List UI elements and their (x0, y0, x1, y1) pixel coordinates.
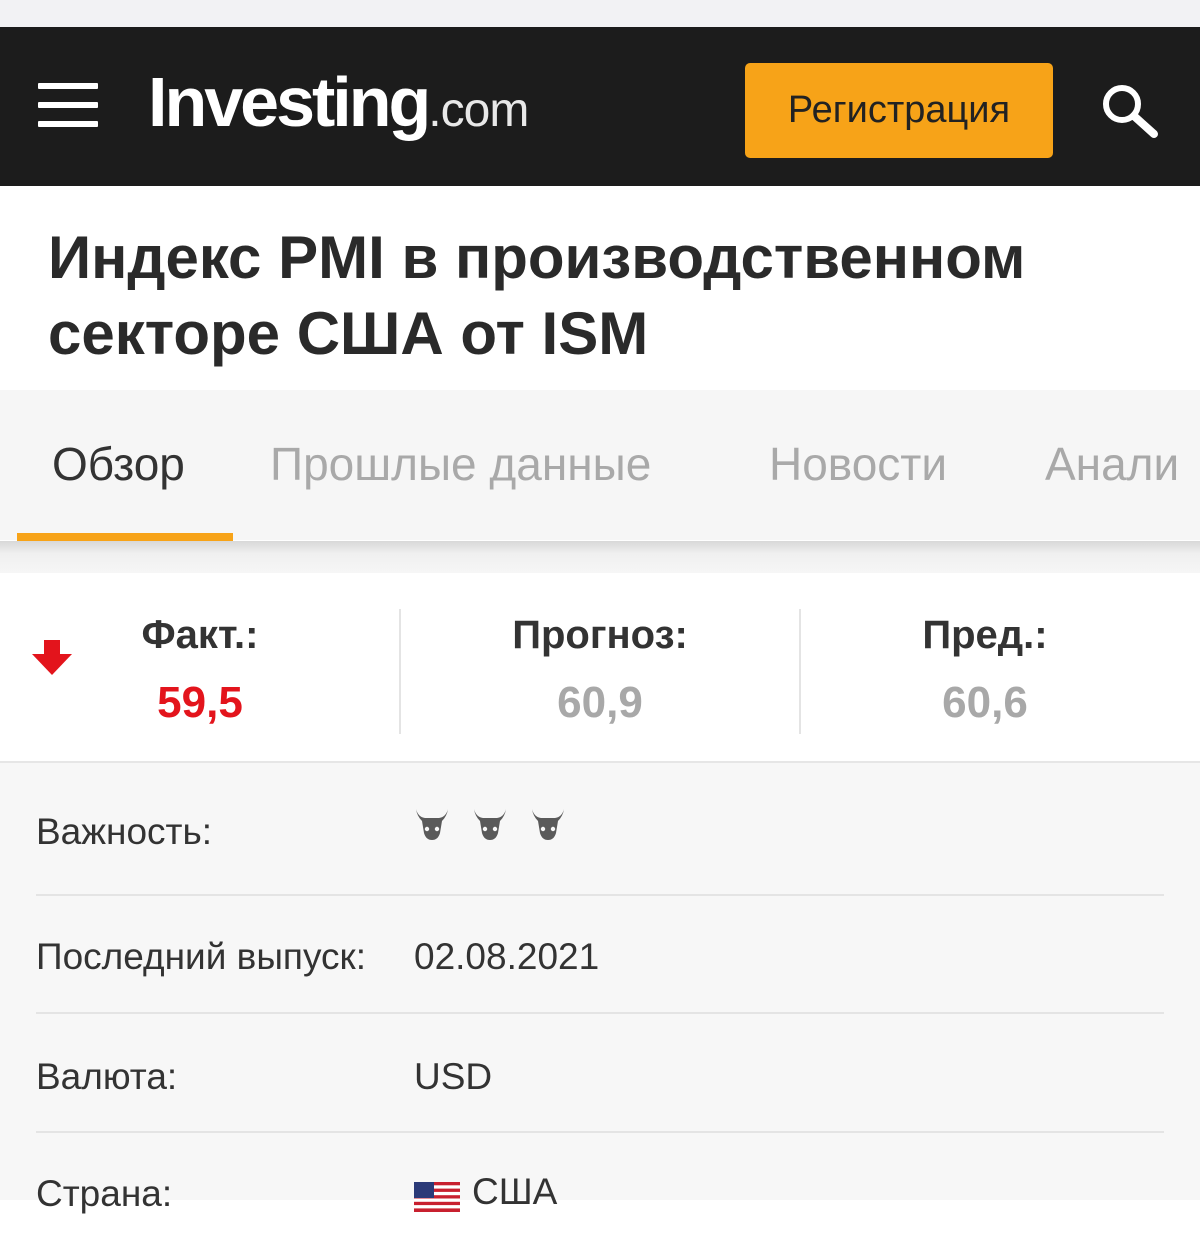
country-value-wrap: США (414, 1171, 557, 1213)
last-release-row: Последний выпуск: 02.08.2021 (36, 894, 1164, 1014)
importance-row: Важность: (36, 763, 1164, 896)
currency-label: Валюта: (36, 1056, 178, 1097)
previous-value: 60,6 (942, 678, 1028, 727)
tab-history[interactable]: Прошлые данные (270, 437, 651, 491)
tab-news[interactable]: Новости (769, 437, 947, 491)
country-value: США (472, 1171, 558, 1212)
logo-main-text: Investing (148, 63, 431, 141)
search-icon[interactable] (1100, 82, 1160, 138)
logo-tld-text: .com (428, 84, 529, 137)
last-release-label: Последний выпуск: (36, 936, 367, 977)
currency-row: Валюта: USD (36, 1012, 1164, 1133)
us-flag-icon (414, 1179, 460, 1213)
tab-analysis[interactable]: Анали (1045, 437, 1179, 491)
currency-value: USD (414, 1056, 493, 1097)
down-arrow-icon (32, 640, 72, 681)
site-logo[interactable]: Investing.com (148, 62, 529, 142)
importance-bulls (414, 807, 588, 850)
forecast-label: Прогноз: (512, 613, 688, 657)
values-panel: Факт.: 59,5 Прогноз: 60,9 Пред.: 60,6 (0, 573, 1200, 763)
country-label: Страна: (36, 1173, 173, 1214)
register-button[interactable]: Регистрация (745, 63, 1053, 158)
register-button-label: Регистрация (787, 89, 1011, 131)
hamburger-menu-icon[interactable] (38, 83, 98, 127)
tab-overview[interactable]: Обзор (52, 437, 185, 491)
bull-icon (472, 807, 508, 841)
browser-top-strip (0, 0, 1200, 27)
tab-bar-shadow (0, 541, 1200, 573)
previous-column: Пред.: 60,6 (800, 573, 1170, 761)
bull-icon (414, 807, 450, 841)
country-row: Страна: США (36, 1131, 1164, 1251)
bull-icon (530, 807, 566, 841)
page-title: Индекс PMI в производственном секторе СШ… (48, 224, 1026, 367)
active-tab-indicator (17, 533, 233, 541)
forecast-column: Прогноз: 60,9 (400, 573, 800, 761)
last-release-value: 02.08.2021 (414, 936, 600, 977)
previous-label: Пред.: (922, 613, 1048, 657)
importance-label: Важность: (36, 811, 213, 852)
actual-value: 59,5 (157, 678, 243, 727)
forecast-value: 60,9 (557, 678, 643, 727)
